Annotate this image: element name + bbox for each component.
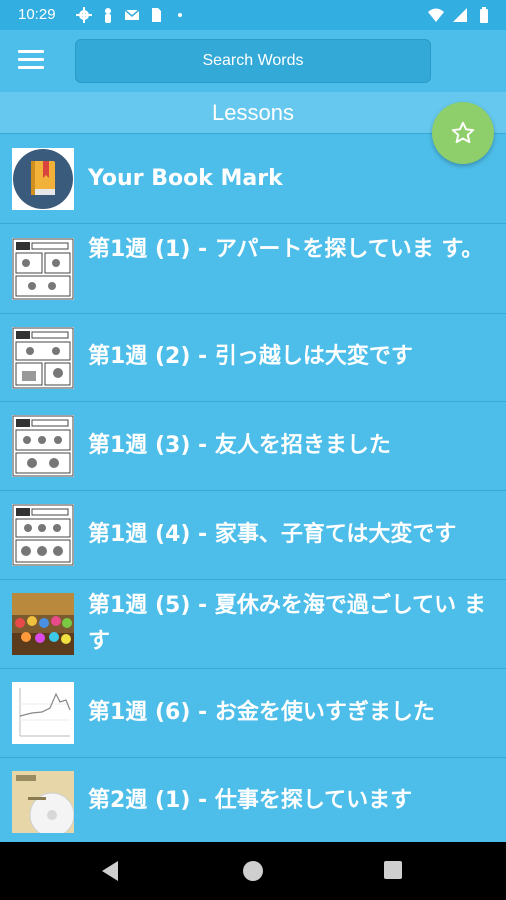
lesson-title: 第1週 (5) - 夏休みを海で過ごしてい ます xyxy=(88,593,486,654)
bookmark-book-icon xyxy=(13,149,73,209)
manga-thumbnail-icon xyxy=(12,327,74,389)
gear-icon xyxy=(76,7,92,23)
manga-thumbnail-icon xyxy=(12,238,74,300)
lesson-list: Your Book Mark 第1週 (1) - アパートを探していま す。 第 xyxy=(0,134,506,846)
battery-icon xyxy=(480,7,488,23)
status-notification-icons xyxy=(76,6,188,24)
lesson-item[interactable]: 第1週 (5) - 夏休みを海で過ごしてい ます xyxy=(0,580,506,669)
lesson-thumbnail xyxy=(12,504,74,566)
favorite-star-button[interactable] xyxy=(432,102,494,164)
status-time: 10:29 xyxy=(18,6,56,23)
lesson-thumbnail xyxy=(12,238,74,300)
person-icon xyxy=(105,8,111,23)
lesson-title: 第1週 (4) - 家事、子育ては大変です xyxy=(88,522,457,547)
book-cd-icon xyxy=(12,771,74,833)
group-photo-icon xyxy=(12,593,74,655)
star-icon xyxy=(451,121,475,144)
line-graph-icon xyxy=(12,682,74,744)
lesson-item[interactable]: 第1週 (2) - 引っ越しは大変です xyxy=(0,314,506,402)
lesson-title: 第1週 (6) - お金を使いすぎました xyxy=(88,700,435,725)
lesson-item[interactable]: 第1週 (6) - お金を使いすぎました xyxy=(0,669,506,758)
lesson-item[interactable]: 第2週 (1) - 仕事を探しています xyxy=(0,758,506,846)
back-icon[interactable] xyxy=(100,860,120,882)
hamburger-icon[interactable] xyxy=(18,50,44,72)
gmail-icon xyxy=(124,9,140,20)
status-bar: 10:29 xyxy=(0,0,506,30)
dot-icon xyxy=(178,13,182,17)
manga-thumbnail-icon xyxy=(12,415,74,477)
system-nav-bar xyxy=(0,842,506,900)
app-bar: Search Words xyxy=(0,30,506,92)
lesson-item[interactable]: 第1週 (1) - アパートを探していま す。 xyxy=(0,224,506,314)
status-system-icons xyxy=(428,6,492,24)
sim-icon xyxy=(152,8,161,22)
lesson-title: 第1週 (3) - 友人を招きました xyxy=(88,433,391,458)
lesson-thumbnail xyxy=(12,327,74,389)
home-icon[interactable] xyxy=(243,861,263,881)
lesson-title: 第1週 (1) - アパートを探していま す。 xyxy=(88,237,484,262)
lesson-title: 第2週 (1) - 仕事を探しています xyxy=(88,788,413,813)
search-input[interactable]: Search Words xyxy=(75,39,431,83)
lesson-item[interactable]: 第1週 (3) - 友人を招きました xyxy=(0,402,506,491)
section-title: Lessons xyxy=(0,92,506,134)
lesson-title: 第1週 (2) - 引っ越しは大変です xyxy=(88,344,413,369)
recents-icon[interactable] xyxy=(384,861,402,879)
lesson-thumbnail xyxy=(12,771,74,833)
wifi-icon xyxy=(428,8,444,22)
lesson-thumbnail xyxy=(12,593,74,655)
manga-thumbnail-icon xyxy=(12,504,74,566)
lesson-thumbnail xyxy=(12,148,74,210)
lesson-item-bookmark[interactable]: Your Book Mark xyxy=(0,134,506,224)
lesson-item[interactable]: 第1週 (4) - 家事、子育ては大変です xyxy=(0,491,506,580)
signal-icon xyxy=(453,8,467,22)
lesson-thumbnail xyxy=(12,682,74,744)
lesson-title: Your Book Mark xyxy=(88,166,283,191)
lesson-thumbnail xyxy=(12,415,74,477)
